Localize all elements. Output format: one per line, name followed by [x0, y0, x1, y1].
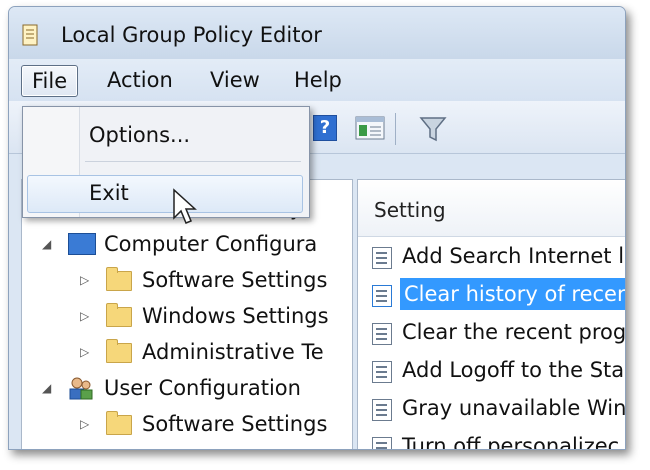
tree-item-user-software-settings[interactable]: ▷ Software Settings [22, 408, 352, 440]
setting-icon [372, 361, 392, 383]
setting-icon [372, 285, 392, 307]
menu-action[interactable]: Action [97, 65, 183, 95]
folder-icon [106, 303, 132, 327]
setting-label: Clear the recent prog [402, 320, 626, 344]
menu-view[interactable]: View [200, 65, 270, 95]
mouse-cursor-icon [173, 188, 197, 224]
help-icon[interactable]: ? [313, 115, 337, 141]
folder-icon [106, 411, 132, 435]
setting-row[interactable]: Clear the recent prog [358, 316, 626, 348]
tree-item-label: Windows Settings [142, 304, 329, 328]
setting-icon [372, 247, 392, 269]
title-bar[interactable]: Local Group Policy Editor [9, 7, 625, 59]
collapsed-arrow-icon[interactable]: ▷ [80, 336, 89, 368]
tree-item-user-configuration[interactable]: ◢ User Configuration [22, 372, 352, 404]
setting-label: Add Search Internet l [402, 244, 625, 268]
setting-label: Turn off personalizec [402, 434, 620, 450]
computer-icon [68, 233, 96, 255]
setting-icon [372, 437, 392, 449]
filter-icon[interactable] [419, 115, 447, 143]
tree-item-label: Software Settings [142, 268, 328, 292]
menu-file[interactable]: File [21, 65, 79, 97]
setting-icon [372, 323, 392, 345]
users-icon [69, 377, 93, 400]
menu-item-exit-highlight[interactable] [27, 175, 303, 213]
tree-item-computer-configuration[interactable]: ◢ Computer Configura [22, 228, 352, 260]
show-hide-pane-icon[interactable] [355, 115, 385, 141]
tree-item-administrative-templates[interactable]: ▷ Administrative Te [22, 336, 352, 368]
expanded-arrow-icon[interactable]: ◢ [42, 228, 51, 260]
menu-bar: File Action View Help [9, 59, 625, 101]
column-header-label: Setting [374, 198, 446, 222]
window-title: Local Group Policy Editor [61, 23, 322, 47]
tree-item-label: Software Settings [142, 412, 328, 436]
setting-row[interactable]: Turn off personalizec [358, 430, 625, 450]
collapsed-arrow-icon[interactable]: ▷ [80, 408, 89, 440]
setting-label: Add Logoff to the Sta [402, 358, 625, 382]
setting-row-selected[interactable]: Clear history of recen [358, 278, 625, 310]
menu-item-exit[interactable]: Exit [89, 177, 129, 209]
menu-help[interactable]: Help [284, 65, 352, 95]
menu-item-options[interactable]: Options... [89, 119, 190, 151]
tree-item-label: Computer Configura [104, 232, 318, 256]
policy-editor-icon [22, 24, 38, 46]
setting-row[interactable]: Add Search Internet l [358, 240, 625, 272]
collapsed-arrow-icon[interactable]: ▷ [80, 264, 89, 296]
tree-item-software-settings[interactable]: ▷ Software Settings [22, 264, 352, 296]
setting-row[interactable]: Gray unavailable Win [358, 392, 626, 424]
setting-icon [372, 399, 392, 421]
tree-item-label: User Configuration [104, 376, 301, 400]
tree-item-windows-settings[interactable]: ▷ Windows Settings [22, 300, 352, 332]
setting-label: Gray unavailable Win [402, 396, 626, 420]
app-window: Local Group Policy Editor File Action Vi… [8, 6, 626, 450]
folder-icon [106, 339, 132, 363]
collapsed-arrow-icon[interactable]: ▷ [80, 300, 89, 332]
settings-pane: Setting Add Search Internet l Clear hist… [357, 179, 626, 450]
file-menu-dropdown: Options... Exit [22, 106, 310, 218]
expanded-arrow-icon[interactable]: ◢ [42, 372, 51, 404]
toolbar-separator [395, 113, 396, 145]
column-header-setting[interactable]: Setting [358, 180, 625, 237]
folder-icon [106, 267, 132, 291]
tree-item-label: Administrative Te [142, 340, 324, 364]
setting-label: Clear history of recen [400, 278, 625, 310]
menu-separator [85, 161, 301, 162]
setting-row[interactable]: Add Logoff to the Sta [358, 354, 625, 386]
